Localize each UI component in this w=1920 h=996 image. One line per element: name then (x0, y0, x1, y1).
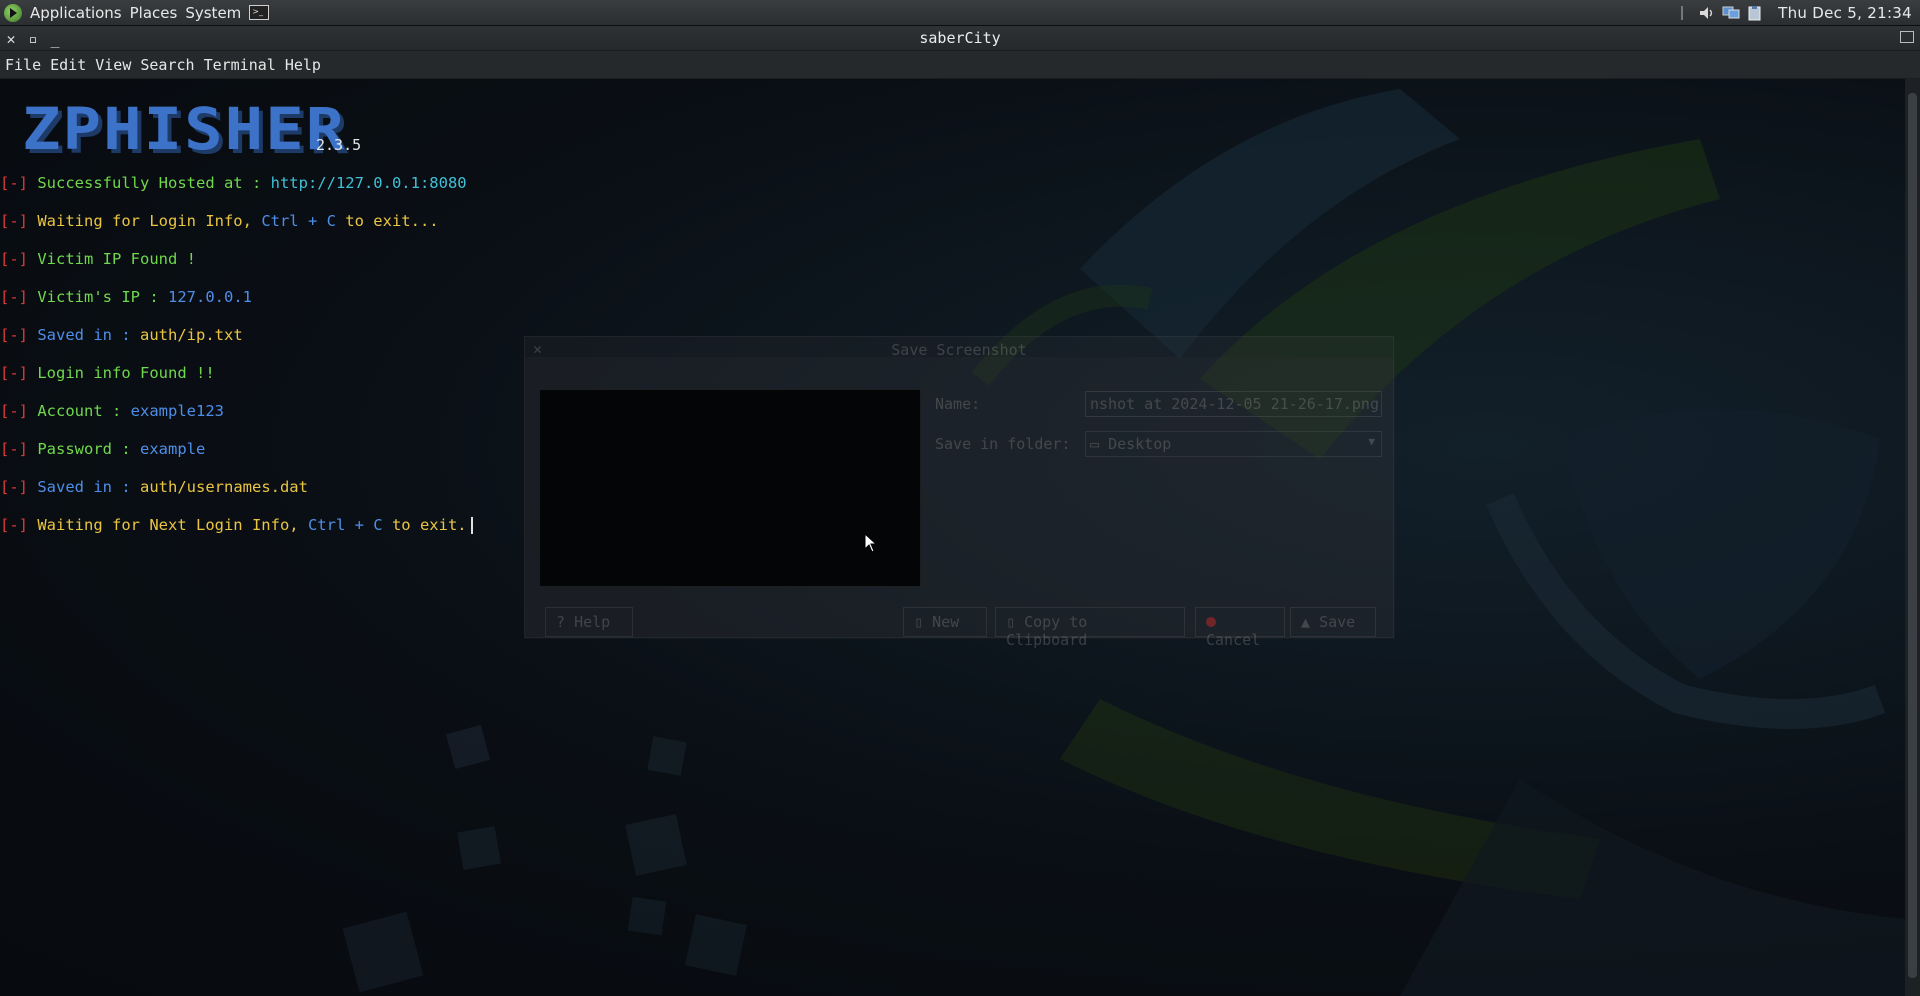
copy-label: Copy to Clipboard (1006, 613, 1088, 649)
version-label: 2.3.5 (316, 136, 362, 154)
cancel-button[interactable]: Cancel (1195, 607, 1285, 649)
terminal-menubar: File Edit View Search Terminal Help (0, 51, 1920, 79)
window-title: saberCity (919, 29, 1001, 47)
folder-select[interactable]: ▭ Desktop ▼ (1085, 431, 1382, 457)
menu-terminal[interactable]: Terminal (204, 56, 281, 74)
bracket: [-] (0, 478, 28, 496)
help-button[interactable]: ? Help (545, 607, 633, 637)
bracket: [-] (0, 326, 28, 344)
panel-menu: Applications Places System >_ (0, 3, 270, 22)
clipboard-icon[interactable] (1746, 5, 1764, 21)
victim-found-text: Victim IP Found ! (37, 250, 196, 268)
bracket: [-] (0, 174, 28, 192)
cancel-label: Cancel (1206, 631, 1261, 649)
waiting-text-a: Waiting for Login Info, (37, 212, 262, 230)
new-icon: ▯ (914, 613, 924, 631)
panel-menu-places[interactable]: Places (130, 4, 178, 22)
line-next-login: [-] Waiting for Next Login Info, Ctrl + … (0, 516, 473, 534)
bracket: [-] (0, 516, 28, 534)
save-label: Save (1319, 613, 1356, 631)
chevron-down-icon: ▼ (1368, 435, 1375, 448)
menu-edit[interactable]: Edit (50, 56, 91, 74)
save-screenshot-dialog: ✕ Save Screenshot Name: nshot at 2024-12… (524, 336, 1395, 649)
waiting-keys: Ctrl + C (261, 212, 336, 230)
network-icon[interactable] (1722, 5, 1740, 21)
name-label: Name: (935, 395, 981, 413)
hosted-url: http://127.0.0.1:8080 (270, 174, 467, 192)
menu-search[interactable]: Search (140, 56, 199, 74)
line-victim-ip: [-] Victim's IP : 127.0.0.1 (0, 288, 252, 306)
terminal-scrollbar[interactable] (1905, 79, 1920, 996)
next-text-a: Waiting for Next Login Info, (37, 516, 308, 534)
line-victim-found: [-] Victim IP Found ! (0, 250, 196, 268)
hosted-label: Successfully Hosted at : (37, 174, 271, 192)
folder-value: Desktop (1108, 435, 1172, 453)
menu-file[interactable]: File (5, 56, 46, 74)
account-value: example123 (130, 402, 224, 420)
mate-logo-icon[interactable] (4, 3, 22, 22)
bracket: [-] (0, 440, 28, 458)
text-cursor (470, 517, 473, 534)
line-hosted: [-] Successfully Hosted at : http://127.… (0, 174, 467, 192)
panel-menu-system[interactable]: System (185, 4, 241, 22)
dialog-body: Name: nshot at 2024-12-05 21-26-17.png S… (525, 357, 1395, 649)
password-label: Password : (37, 440, 140, 458)
panel-clock[interactable]: Thu Dec 5, 21:34 (1778, 4, 1912, 22)
password-value: example (140, 440, 206, 458)
victim-ip-value: 127.0.0.1 (168, 288, 252, 306)
bracket: [-] (0, 212, 28, 230)
login-found-text: Login info Found !! (37, 364, 215, 382)
top-panel: Applications Places System >_ Thu Dec 5,… (0, 0, 1920, 25)
copy-icon: ▯ (1006, 613, 1016, 631)
volume-icon[interactable] (1698, 5, 1716, 21)
saved-ip-label: Saved in : (37, 326, 140, 344)
window-titlebar: ✕ ▫ _ saberCity (0, 26, 1920, 51)
new-button[interactable]: ▯ New (903, 607, 987, 637)
menu-view[interactable]: View (95, 56, 136, 74)
folder-icon: ▭ (1090, 435, 1100, 453)
waiting-text-c: to exit... (335, 212, 439, 230)
line-waiting: [-] Waiting for Login Info, Ctrl + C to … (0, 212, 439, 230)
filename-input[interactable]: nshot at 2024-12-05 21-26-17.png (1085, 391, 1382, 417)
menu-help[interactable]: Help (285, 56, 326, 74)
bracket: [-] (0, 250, 28, 268)
line-saved-usernames: [-] Saved in : auth/usernames.dat (0, 478, 308, 496)
new-label: New (932, 613, 960, 631)
system-tray: Thu Dec 5, 21:34 (1674, 4, 1920, 22)
line-account: [-] Account : example123 (0, 402, 224, 420)
saved-usernames-value: auth/usernames.dat (140, 478, 308, 496)
bracket: [-] (0, 364, 28, 382)
next-text-c: to exit. (382, 516, 467, 534)
separator-icon (1681, 5, 1684, 20)
copy-to-clipboard-button[interactable]: ▯ Copy to Clipboard (995, 607, 1185, 649)
line-password: [-] Password : example (0, 440, 205, 458)
help-label: Help (574, 613, 611, 631)
help-icon: ? (556, 613, 566, 631)
bracket: [-] (0, 402, 28, 420)
zphisher-banner: ZPHISHER (22, 97, 347, 164)
restore-icon[interactable] (1900, 31, 1914, 43)
bracket: [-] (0, 288, 28, 306)
account-label: Account : (37, 402, 131, 420)
folder-label: Save in folder: (935, 435, 1071, 453)
scrollbar-thumb[interactable] (1908, 93, 1917, 978)
terminal-launcher-icon[interactable]: >_ (249, 5, 270, 20)
save-button[interactable]: ▲ Save (1290, 607, 1376, 637)
victim-ip-label: Victim's IP : (37, 288, 168, 306)
saved-ip-value: auth/ip.txt (140, 326, 243, 344)
next-keys: Ctrl + C (307, 516, 383, 534)
panel-menu-applications[interactable]: Applications (30, 4, 122, 22)
saved-usernames-label: Saved in : (37, 478, 140, 496)
cancel-icon (1206, 617, 1216, 627)
save-icon: ▲ (1301, 613, 1311, 631)
line-saved-ip: [-] Saved in : auth/ip.txt (0, 326, 243, 344)
mouse-pointer-icon (864, 533, 878, 553)
screenshot-preview (539, 389, 921, 587)
line-login-found: [-] Login info Found !! (0, 364, 215, 382)
